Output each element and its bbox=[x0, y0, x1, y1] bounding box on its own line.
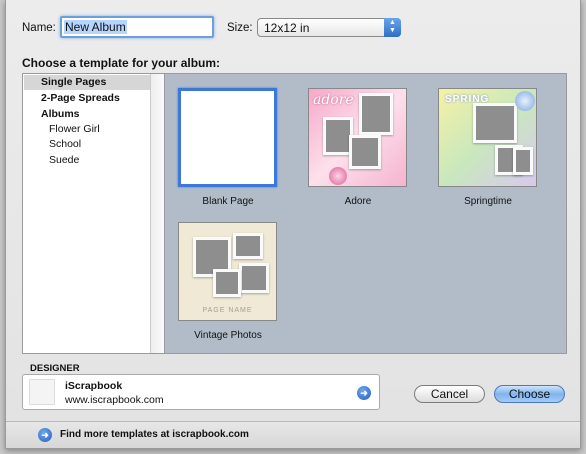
category-school[interactable]: School bbox=[24, 137, 81, 152]
name-label: Name: bbox=[22, 22, 56, 34]
choose-button[interactable]: Choose bbox=[494, 385, 565, 403]
flower-decoration bbox=[515, 91, 535, 111]
category-flower-girl[interactable]: Flower Girl bbox=[24, 122, 100, 137]
category-suede[interactable]: Suede bbox=[24, 153, 79, 168]
template-label: Vintage Photos bbox=[194, 330, 262, 341]
category-single-pages[interactable]: Single Pages bbox=[24, 75, 150, 90]
flower-decoration bbox=[329, 167, 347, 185]
template-gallery: Blank Page adore Adore SPRING Springtime… bbox=[165, 73, 567, 354]
template-springtime[interactable]: SPRING bbox=[438, 88, 537, 187]
category-label: Flower Girl bbox=[49, 123, 100, 135]
cancel-button[interactable]: Cancel bbox=[414, 385, 485, 403]
category-label: Single Pages bbox=[41, 76, 107, 88]
find-more-templates-link[interactable]: Find more templates at iscrapbook.com bbox=[60, 429, 249, 440]
new-album-dialog: Name: New Album Size: 12x12 in ▲ ▼ Choose… bbox=[5, 0, 581, 449]
designer-info: iScrapbook www.iscrapbook.com ➜ bbox=[22, 374, 380, 410]
template-label: Adore bbox=[344, 196, 372, 207]
template-blank-page[interactable] bbox=[178, 88, 277, 187]
category-2-page-spreads[interactable]: 2-Page Spreads bbox=[24, 91, 120, 106]
choose-template-label: Choose a template for your album: bbox=[22, 56, 221, 70]
photo-placeholder bbox=[513, 147, 533, 175]
list-scrollbar[interactable] bbox=[150, 74, 164, 353]
photo-placeholder bbox=[473, 103, 517, 143]
photo-placeholder bbox=[239, 263, 269, 293]
designer-avatar bbox=[29, 379, 55, 405]
photo-placeholder bbox=[233, 233, 263, 259]
template-vintage-photos[interactable]: PAGE NAME bbox=[178, 222, 277, 321]
vintage-caption: PAGE NAME bbox=[202, 307, 253, 314]
category-label: School bbox=[49, 138, 82, 150]
designer-name: iScrapbook bbox=[65, 380, 123, 392]
footer-bar: ➜ Find more templates at iscrapbook.com bbox=[6, 421, 580, 448]
template-label: Blank Page bbox=[202, 196, 254, 207]
go-arrow-icon[interactable]: ➜ bbox=[357, 386, 371, 400]
template-adore[interactable]: adore bbox=[308, 88, 407, 187]
size-label: Size: bbox=[227, 22, 253, 34]
size-value: 12x12 in bbox=[264, 21, 310, 35]
designer-section-label: DESIGNER bbox=[30, 363, 80, 374]
category-label: 2-Page Spreads bbox=[41, 92, 120, 104]
go-arrow-icon[interactable]: ➜ bbox=[38, 428, 52, 442]
category-albums[interactable]: Albums bbox=[24, 107, 80, 122]
template-label: Springtime bbox=[464, 196, 512, 207]
designer-url: www.iscrapbook.com bbox=[65, 394, 164, 406]
album-name-input[interactable]: New Album bbox=[60, 16, 214, 38]
album-name-value: New Album bbox=[64, 20, 127, 34]
template-category-list[interactable]: Single Pages 2-Page Spreads Albums Flowe… bbox=[22, 73, 165, 354]
size-select[interactable]: 12x12 in ▲ ▼ bbox=[257, 18, 401, 37]
photo-placeholder bbox=[359, 93, 393, 135]
category-label: Albums bbox=[41, 108, 80, 120]
updown-arrows-icon: ▲ ▼ bbox=[384, 18, 401, 37]
photo-placeholder bbox=[213, 269, 241, 297]
photo-placeholder bbox=[349, 135, 381, 169]
adore-title: adore bbox=[313, 92, 354, 108]
category-label: Suede bbox=[49, 154, 80, 166]
